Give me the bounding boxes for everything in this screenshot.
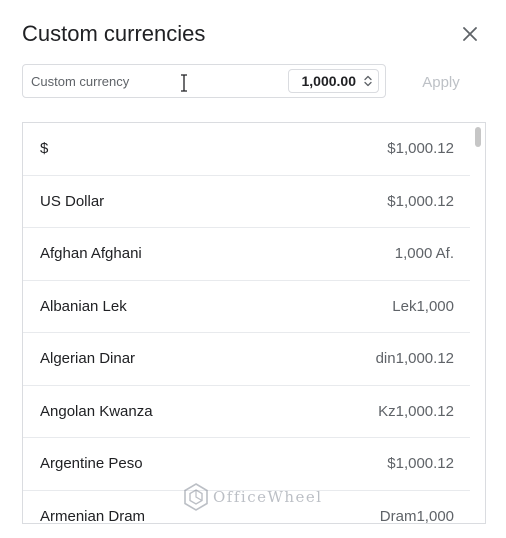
list-item[interactable]: $ $1,000.12	[23, 123, 470, 176]
list-item[interactable]: US Dollar $1,000.12	[23, 176, 470, 228]
up-down-arrows-icon[interactable]	[364, 75, 372, 87]
dialog-title: Custom currencies	[22, 21, 206, 46]
list-item[interactable]: Albanian Lek Lek1,000	[23, 281, 470, 333]
list-item[interactable]: Argentine Peso $1,000.12	[23, 438, 470, 491]
currency-format-example: Kz1,000.12	[378, 402, 454, 420]
currency-name: Algerian Dinar	[40, 350, 136, 368]
currency-format-example: 1,000 Af.	[394, 245, 454, 263]
text-cursor-icon	[181, 74, 187, 92]
currency-list-items: $ $1,000.12 US Dollar $1,000.12 Afghan Afgha…	[23, 123, 470, 524]
list-item[interactable]: Angolan Kwanza Kz1,000.12	[23, 386, 470, 438]
currency-format-example: $1,000.12	[387, 455, 454, 473]
currency-name: Argentine Peso	[40, 455, 143, 473]
scrollbar[interactable]	[472, 123, 485, 523]
currency-name: Angolan Kwanza	[40, 402, 153, 420]
currency-list: $ $1,000.12 US Dollar $1,000.12 Afghan Afgha…	[22, 122, 486, 524]
currency-format-example: Lek1,000	[392, 297, 454, 315]
custom-currencies-dialog: Custom currencies 1,000.00 Apply $ $1,000…	[0, 0, 506, 538]
scrollbar-thumb[interactable]	[475, 127, 481, 147]
close-button[interactable]	[458, 22, 482, 46]
list-item[interactable]: Afghan Afghani 1,000 Af.	[23, 228, 470, 281]
apply-button[interactable]: Apply	[410, 67, 472, 97]
currency-name: $	[40, 140, 49, 158]
stepper-value: 1,000.00	[301, 73, 357, 89]
custom-currency-input[interactable]	[31, 69, 281, 93]
amount-stepper[interactable]: 1,000.00	[288, 69, 379, 93]
currency-name: Armenian Dram	[40, 507, 146, 524]
currency-name: Afghan Afghani	[40, 245, 142, 263]
custom-currency-field[interactable]: 1,000.00	[22, 64, 386, 98]
currency-format-example: $1,000.12	[387, 140, 454, 158]
currency-format-example: din1,000.12	[375, 350, 454, 368]
currency-format-example: Dram1,000	[379, 507, 454, 524]
currency-name: US Dollar	[40, 192, 105, 210]
close-icon	[463, 27, 477, 41]
currency-name: Albanian Lek	[40, 297, 127, 315]
currency-format-example: $1,000.12	[387, 192, 454, 210]
list-item[interactable]: Armenian Dram Dram1,000	[23, 491, 470, 524]
list-item[interactable]: Algerian Dinar din1,000.12	[23, 333, 470, 386]
